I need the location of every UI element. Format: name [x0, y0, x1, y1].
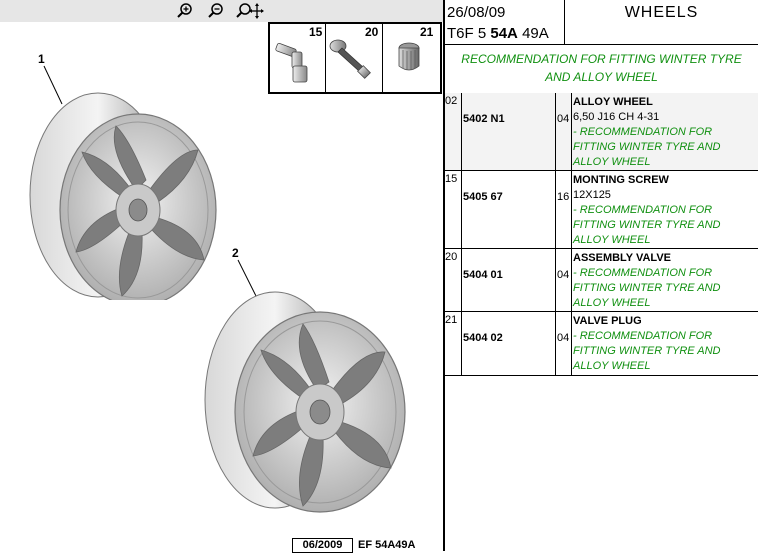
accessories-box: 15 20 21 — [268, 22, 442, 94]
column-divider — [461, 93, 462, 376]
part-detail: 6,50 J16 CH 4-31 — [573, 111, 660, 123]
part-name: VALVE PLUG — [573, 315, 642, 327]
part-note: - RECOMMENDATION FOR — [573, 267, 713, 279]
page-title: WHEELS — [624, 4, 699, 21]
part-name: ALLOY WHEEL — [573, 96, 653, 108]
code-bold: 54A — [490, 25, 518, 42]
valve-cap-icon[interactable] — [383, 34, 439, 90]
part-ref: 21 — [445, 314, 458, 326]
code-prefix: T6F 5 — [447, 25, 487, 42]
valve-icon[interactable] — [326, 34, 382, 90]
part-number[interactable]: 5405 67 — [463, 191, 503, 203]
zoom-toolbar — [0, 0, 445, 22]
table-row[interactable]: 15 5405 67 16 MONTING SCREW 12X125 - REC… — [445, 171, 758, 249]
zoom-out-icon[interactable] — [207, 2, 225, 20]
part-note: ALLOY WHEEL — [573, 156, 651, 168]
header-date: 26/08/09 — [447, 4, 506, 21]
part-qty: 04 — [557, 269, 570, 281]
part-number[interactable]: 5404 01 — [463, 269, 503, 281]
part-number[interactable]: 5404 02 — [463, 332, 503, 344]
part-qty: 04 — [557, 332, 570, 344]
code-suffix: 49A — [522, 25, 549, 42]
part-note: FITTING WINTER TYRE AND — [573, 282, 721, 294]
part-description: ALLOY WHEEL 6,50 J16 CH 4-31 - RECOMMEND… — [573, 95, 756, 170]
column-divider — [571, 93, 572, 376]
header-code: T6F 5 54A 49A — [447, 25, 549, 42]
alloy-wheel-illustration — [204, 291, 406, 513]
part-ref: 20 — [445, 251, 458, 263]
alloy-wheel-illustration — [29, 92, 217, 300]
bolt-icon[interactable] — [270, 34, 326, 90]
divider — [445, 44, 758, 45]
part-note: - RECOMMENDATION FOR — [573, 126, 713, 138]
part-description: VALVE PLUG - RECOMMENDATION FOR FITTING … — [573, 314, 756, 374]
recommendation-line: AND ALLOY WHEEL — [545, 70, 658, 84]
part-qty: 04 — [557, 113, 570, 125]
column-divider — [555, 93, 556, 376]
part-note: FITTING WINTER TYRE AND — [573, 345, 721, 357]
part-note: - RECOMMENDATION FOR — [573, 330, 713, 342]
part-number[interactable]: 5402 N1 — [463, 113, 505, 125]
part-name: ASSEMBLY VALVE — [573, 252, 672, 264]
footer-reference: EF 54A49A — [358, 539, 416, 551]
diagram-panel: 15 20 21 1 2 06/2009 EF 54A49A — [0, 0, 445, 553]
recommendation-line: RECOMMENDATION FOR FITTING WINTER TYRE — [461, 52, 742, 66]
part-note: ALLOY WHEEL — [573, 234, 651, 246]
part-description: ASSEMBLY VALVE - RECOMMENDATION FOR FITT… — [573, 251, 756, 311]
zoom-in-icon[interactable] — [176, 2, 194, 20]
part-ref: 15 — [445, 173, 458, 185]
part-name: MONTING SCREW — [573, 174, 669, 186]
recommendation-text: RECOMMENDATION FOR FITTING WINTER TYRE A… — [445, 50, 758, 86]
part-note: ALLOY WHEEL — [573, 360, 651, 372]
part-ref: 02 — [445, 95, 458, 107]
part-note: FITTING WINTER TYRE AND — [573, 219, 721, 231]
part-description: MONTING SCREW 12X125 - RECOMMENDATION FO… — [573, 173, 756, 248]
table-row[interactable]: 20 5404 01 04 ASSEMBLY VALVE - RECOMMEND… — [445, 249, 758, 312]
parts-panel: 26/08/09 T6F 5 54A 49A WHEELS RECOMMENDA… — [445, 0, 758, 551]
zoom-pan-icon[interactable] — [236, 2, 264, 20]
table-row[interactable]: 21 5404 02 04 VALVE PLUG - RECOMMENDATIO… — [445, 312, 758, 376]
part-note: - RECOMMENDATION FOR — [573, 204, 713, 216]
table-row[interactable]: 02 5402 N1 04 ALLOY WHEEL 6,50 J16 CH 4-… — [445, 93, 758, 171]
part-note: ALLOY WHEEL — [573, 297, 651, 309]
part-detail: 12X125 — [573, 189, 611, 201]
part-qty: 16 — [557, 191, 570, 203]
part-note: FITTING WINTER TYRE AND — [573, 141, 721, 153]
